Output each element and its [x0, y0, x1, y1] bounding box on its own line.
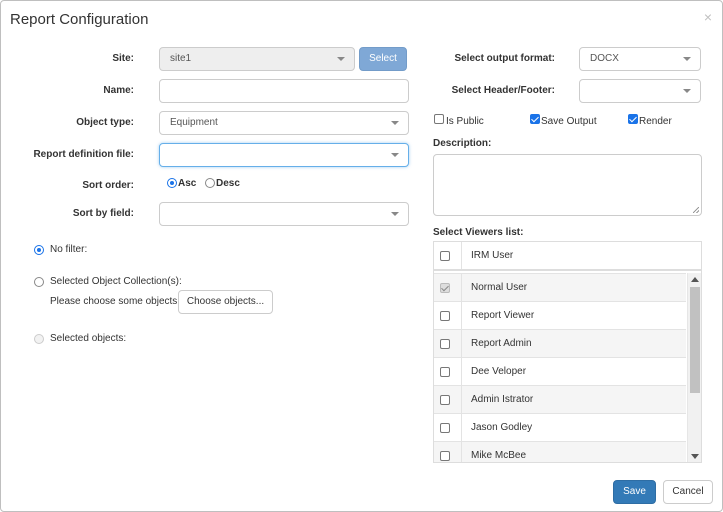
- sort-desc-label: Desc: [216, 178, 240, 189]
- dialog-title: Report Configuration: [10, 11, 149, 28]
- output-format-value: DOCX: [590, 53, 619, 64]
- object-type-value: Equipment: [170, 117, 218, 128]
- cancel-button[interactable]: Cancel: [663, 480, 713, 504]
- viewer-name: IRM User: [471, 250, 514, 261]
- viewer-name: Report Viewer: [471, 310, 535, 321]
- site-select[interactable]: site1: [159, 47, 355, 71]
- viewer-checkbox[interactable]: [440, 367, 450, 377]
- sort-asc-radio[interactable]: [167, 178, 177, 188]
- chevron-down-icon: [391, 212, 399, 216]
- render-label: Render: [639, 116, 672, 127]
- table-row[interactable]: Admin Istrator: [434, 385, 686, 413]
- render-checkbox[interactable]: [628, 114, 638, 124]
- description-textarea[interactable]: [433, 154, 702, 216]
- site-value: site1: [170, 53, 192, 64]
- description-label: Description:: [433, 138, 492, 149]
- sort-order-label: Sort order:: [82, 180, 134, 191]
- selected-collection-radio[interactable]: [34, 277, 44, 287]
- viewer-name: Dee Veloper: [471, 366, 527, 377]
- choose-objects-button[interactable]: Choose objects...: [178, 290, 273, 314]
- viewers-label: Select Viewers list:: [433, 227, 524, 238]
- table-row[interactable]: Report Viewer: [434, 301, 686, 329]
- table-row[interactable]: Report Admin: [434, 329, 686, 357]
- save-output-label: Save Output: [541, 116, 597, 127]
- report-definition-label: Report definition file:: [33, 149, 134, 160]
- viewer-checkbox[interactable]: [440, 311, 450, 321]
- output-format-select[interactable]: DOCX: [579, 47, 701, 71]
- table-row[interactable]: Dee Veloper: [434, 357, 686, 385]
- viewer-checkbox[interactable]: [440, 339, 450, 349]
- no-filter-radio[interactable]: [34, 245, 44, 255]
- choose-objects-hint: Please choose some objects.: [50, 296, 181, 307]
- selected-collection-label: Selected Object Collection(s):: [50, 276, 182, 287]
- chevron-down-icon: [391, 153, 399, 157]
- selected-objects-radio[interactable]: [34, 334, 44, 344]
- scroll-up-icon[interactable]: [691, 277, 699, 282]
- chevron-down-icon: [683, 57, 691, 61]
- is-public-checkbox[interactable]: [434, 114, 444, 124]
- viewer-checkbox[interactable]: [440, 423, 450, 433]
- object-type-label: Object type:: [76, 117, 134, 128]
- report-definition-select[interactable]: [159, 143, 409, 167]
- is-public-label: Is Public: [446, 116, 484, 127]
- viewers-scrollbar[interactable]: [687, 273, 701, 462]
- output-format-label: Select output format:: [454, 53, 555, 64]
- viewer-name: Jason Godley: [471, 422, 533, 433]
- viewer-checkbox[interactable]: [440, 283, 450, 293]
- header-footer-label: Select Header/Footer:: [451, 85, 555, 96]
- select-all-viewers-checkbox[interactable]: [440, 251, 450, 261]
- sort-desc-radio[interactable]: [205, 178, 215, 188]
- table-row[interactable]: Jason Godley: [434, 413, 686, 441]
- sort-field-label: Sort by field:: [72, 208, 134, 219]
- viewer-checkbox[interactable]: [440, 395, 450, 405]
- header-footer-select[interactable]: [579, 79, 701, 103]
- sort-asc-label: Asc: [178, 178, 197, 189]
- site-label: Site:: [112, 53, 134, 64]
- chevron-down-icon: [391, 121, 399, 125]
- select-site-button[interactable]: Select: [359, 47, 407, 71]
- save-button[interactable]: Save: [613, 480, 656, 504]
- name-label: Name:: [103, 85, 134, 96]
- chevron-down-icon: [683, 89, 691, 93]
- table-row[interactable]: Mike McBee: [434, 441, 686, 462]
- object-type-select[interactable]: Equipment: [159, 111, 409, 135]
- close-icon[interactable]: ×: [704, 9, 712, 25]
- sort-field-select[interactable]: [159, 202, 409, 226]
- save-output-checkbox[interactable]: [530, 114, 540, 124]
- viewers-table: IRM User Normal User Report Viewer Repor…: [433, 241, 702, 463]
- name-input[interactable]: [159, 79, 409, 103]
- viewer-name: Admin Istrator: [471, 394, 534, 405]
- scroll-down-icon[interactable]: [691, 454, 699, 459]
- selected-objects-label: Selected objects:: [50, 333, 127, 344]
- report-configuration-dialog: Report Configuration × Site: site1 Selec…: [0, 0, 723, 512]
- table-row[interactable]: Normal User: [434, 273, 686, 301]
- viewers-table-header: IRM User: [434, 242, 701, 271]
- viewer-name: Normal User: [471, 282, 528, 293]
- viewer-name: Report Admin: [471, 338, 532, 349]
- viewer-name: Mike McBee: [471, 450, 527, 461]
- viewer-checkbox[interactable]: [440, 451, 450, 461]
- chevron-down-icon: [337, 57, 345, 61]
- no-filter-label: No filter:: [50, 244, 88, 255]
- resize-handle-icon[interactable]: [693, 207, 699, 213]
- scrollbar-thumb[interactable]: [690, 287, 700, 393]
